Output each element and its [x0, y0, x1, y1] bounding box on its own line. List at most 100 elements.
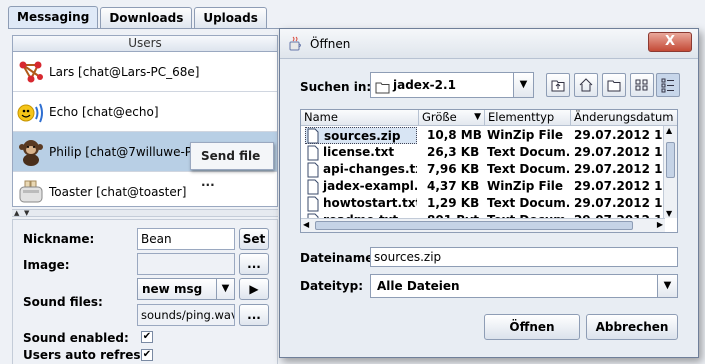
file-date: 29.07.2012 11:1: [574, 145, 662, 159]
filetype-select[interactable]: Alle Dateien ▼: [370, 274, 678, 298]
file-date: 29.07.2012 16:5: [574, 128, 662, 142]
arrow-up-icon[interactable]: ▲: [14, 210, 19, 217]
send-file-menu-item[interactable]: Send file ...: [190, 142, 274, 189]
sound-path-field: sounds/ping.wav: [137, 304, 235, 326]
column-type[interactable]: Elementtyp: [485, 110, 571, 126]
nickname-input[interactable]: Bean: [137, 228, 235, 250]
tab-uploads[interactable]: Uploads: [194, 7, 267, 28]
user-label: Echo [chat@echo]: [49, 104, 159, 119]
details-view-icon: [661, 78, 674, 93]
echo-icon: [17, 98, 45, 126]
user-row-toaster[interactable]: Toaster [chat@toaster]: [13, 172, 277, 212]
sound-files-label: Sound files:: [23, 295, 103, 309]
tab-underline: [8, 28, 298, 29]
up-folder-icon: [551, 80, 565, 92]
home-button[interactable]: [574, 73, 598, 97]
settings-form: Nickname: Bean Set Image: ... Sound file…: [12, 219, 278, 364]
auto-refresh-label: Users auto refresh:: [23, 348, 154, 362]
image-path-field: [137, 253, 235, 275]
home-icon: [579, 78, 593, 92]
cancel-button[interactable]: Abbrechen: [586, 314, 678, 340]
file-name: api-changes.txt: [323, 162, 417, 176]
column-size-label: Größe: [422, 110, 457, 124]
filetype-label: Dateityp:: [300, 279, 363, 293]
close-button[interactable]: X: [648, 32, 692, 52]
sort-desc-icon: ▼: [474, 112, 481, 122]
play-icon: ▶: [249, 282, 259, 296]
file-size: 4,37 KB: [427, 179, 480, 193]
scroll-up-icon[interactable]: ▲: [666, 126, 672, 135]
sound-event-select[interactable]: new msg ▼: [137, 278, 235, 300]
sound-enabled-checkbox[interactable]: ✔: [141, 331, 153, 343]
file-size: 10,8 MB: [427, 128, 482, 142]
lookin-label-text: Suchen in:: [300, 80, 372, 94]
file-row[interactable]: jadex-exampl... 4,37 KB WinZip File 29.0…: [301, 178, 663, 195]
file-row[interactable]: sources.zip 10,8 MB WinZip File 29.07.20…: [301, 127, 663, 144]
file-row[interactable]: howtostart.txt 1,29 KB Text Docum... 29.…: [301, 195, 663, 212]
arrow-down-icon[interactable]: ▼: [24, 210, 29, 217]
tab-downloads[interactable]: Downloads: [100, 7, 193, 28]
tab-bar: Messaging Downloads Uploads: [8, 6, 269, 29]
horizontal-scrollbar[interactable]: ◀ ▶: [301, 218, 665, 232]
list-view-icon: [635, 79, 648, 91]
up-folder-button[interactable]: [546, 73, 570, 97]
set-button[interactable]: Set: [239, 228, 269, 250]
scroll-down-icon[interactable]: ▼: [666, 209, 672, 218]
file-name: jadex-exampl...: [323, 179, 417, 193]
file-type: WinZip File: [487, 179, 564, 193]
column-size[interactable]: Größe ▼: [419, 110, 485, 126]
users-header: Users: [13, 36, 277, 52]
lookin-select[interactable]: jadex-2.1 ▼: [370, 72, 534, 98]
chevron-down-icon[interactable]: ▼: [657, 275, 677, 297]
filename-input[interactable]: sources.zip: [370, 247, 678, 267]
scroll-right-icon[interactable]: ▶: [657, 220, 663, 229]
column-name[interactable]: Name: [301, 110, 419, 126]
user-row-echo[interactable]: Echo [chat@echo]: [13, 92, 277, 132]
user-row-lars[interactable]: Lars [chat@Lars-PC_68e]: [13, 52, 277, 92]
toaster-icon: [17, 178, 45, 206]
file-date: 29.07.2012 16:5: [574, 179, 662, 193]
dialog-title: Öffnen: [310, 37, 351, 51]
file-size: 7,96 KB: [427, 162, 480, 176]
monkey-icon: [17, 138, 45, 166]
scroll-left-icon[interactable]: ◀: [303, 220, 309, 229]
file-size: 1,29 KB: [427, 196, 480, 210]
file-type: WinZip File: [487, 128, 564, 142]
list-view-button[interactable]: [630, 73, 654, 97]
new-folder-button[interactable]: [602, 73, 626, 97]
file-name: sources.zip: [305, 127, 417, 144]
file-row[interactable]: api-changes.txt 7,96 KB Text Docum... 29…: [301, 161, 663, 178]
hscroll-thumb[interactable]: [315, 221, 633, 230]
chevron-down-icon[interactable]: ▼: [513, 73, 533, 97]
file-date: 29.07.2012 16:5: [574, 162, 662, 176]
folder-icon: [375, 78, 390, 102]
file-name: license.txt: [323, 145, 395, 159]
network-icon: [17, 58, 45, 86]
dialog-titlebar[interactable]: Öffnen X: [280, 29, 698, 59]
users-list: Users Lars [chat@Lars-PC_68e] Echo [chat…: [12, 35, 278, 212]
user-label: Toaster [chat@toaster]: [49, 184, 187, 199]
file-type: Text Docum...: [487, 145, 569, 159]
details-view-button[interactable]: [656, 73, 680, 97]
image-label: Image:: [23, 258, 70, 272]
lookin-label: Suchen in:: [300, 80, 371, 94]
split-pane-divider[interactable]: ▲ ▼: [12, 209, 278, 217]
vertical-scrollbar[interactable]: ▲ ▼: [663, 126, 677, 218]
play-sound-button[interactable]: ▶: [239, 278, 269, 300]
sound-enabled-label: Sound enabled:: [23, 331, 129, 345]
scroll-thumb[interactable]: [666, 142, 675, 178]
tab-messaging[interactable]: Messaging: [8, 6, 99, 29]
sound-event-value: new msg: [142, 282, 203, 296]
file-size: 26,3 KB: [427, 145, 480, 159]
open-button[interactable]: Öffnen: [484, 314, 580, 340]
chevron-down-icon[interactable]: ▼: [216, 279, 234, 299]
file-icon: [307, 128, 319, 228]
auto-refresh-checkbox[interactable]: ✔: [141, 349, 153, 361]
image-browse-button[interactable]: ...: [239, 253, 269, 275]
lookin-value: jadex-2.1: [393, 78, 456, 92]
column-date[interactable]: Änderungsdatum: [571, 110, 677, 126]
filetype-value: Alle Dateien: [377, 279, 460, 293]
sound-browse-button[interactable]: ...: [239, 304, 269, 326]
file-name: howtostart.txt: [323, 196, 417, 210]
file-row[interactable]: license.txt 26,3 KB Text Docum... 29.07.…: [301, 144, 663, 161]
